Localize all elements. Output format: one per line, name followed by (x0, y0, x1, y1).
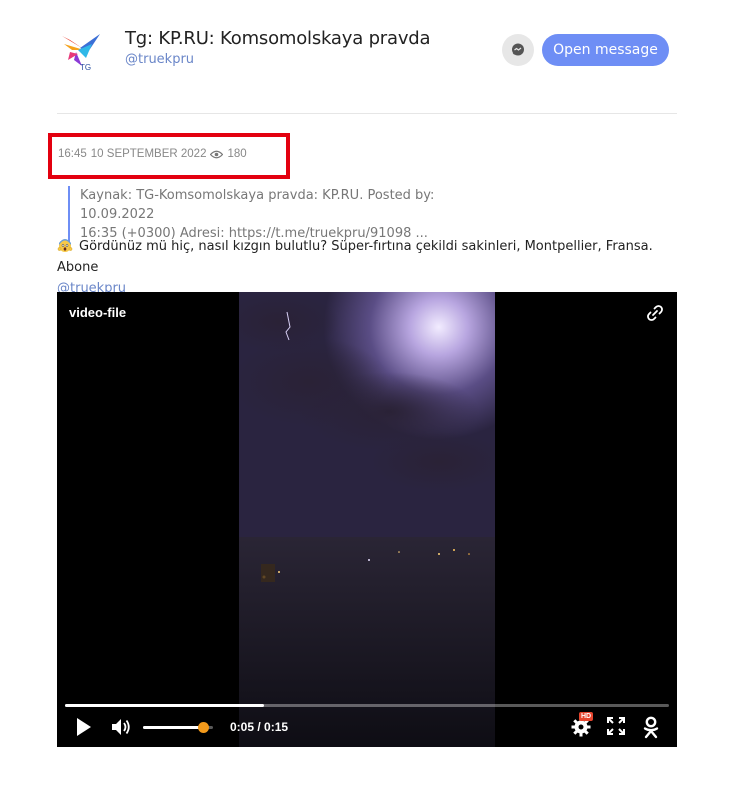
open-message-button[interactable]: Open message (542, 34, 669, 66)
video-controls: 0:05 / 0:15 HD (57, 712, 677, 742)
message-button[interactable] (502, 34, 534, 66)
eye-icon (210, 150, 224, 158)
post-time: 16:45 (58, 148, 87, 160)
post-text: Gördünüz mü hiç, nasıl kızgın bulutlu? S… (57, 236, 677, 299)
play-icon[interactable] (75, 716, 93, 738)
video-frame[interactable] (239, 292, 495, 747)
channel-handle[interactable]: @truekpru (125, 52, 194, 67)
svg-text:TG: TG (80, 63, 91, 72)
link-icon[interactable] (645, 303, 665, 323)
post-date: 10 SEPTEMBER 2022 (90, 148, 207, 160)
odnoklassniki-icon[interactable] (642, 716, 660, 740)
progress-fill (65, 704, 265, 707)
volume-icon[interactable] (110, 716, 132, 738)
channel-title[interactable]: Tg: KP.RU: Komsomolskaya pravda (125, 28, 431, 49)
divider (57, 113, 677, 114)
time-display: 0:05 / 0:15 (230, 720, 289, 734)
view-count: 180 (227, 148, 247, 160)
post-body: Gördünüz mü hiç, nasıl kızgın bulutlu? S… (57, 239, 653, 275)
video-player[interactable]: video-file 0:05 / 0:15 HD (57, 292, 677, 747)
volume-knob[interactable] (197, 722, 209, 733)
message-icon (512, 43, 524, 56)
progress-bar[interactable] (65, 704, 669, 707)
scream-emoji-icon (57, 238, 73, 252)
quote-line: Kaynak: TG-Komsomolskaya pravda: KP.RU. … (80, 188, 435, 222)
post-meta: 16:45 10 SEPTEMBER 2022 180 (58, 148, 247, 160)
volume-fill (143, 726, 203, 729)
hd-badge: HD (579, 712, 594, 721)
fullscreen-icon[interactable] (606, 716, 626, 736)
video-label: video-file (69, 305, 127, 320)
forward-quote: Kaynak: TG-Komsomolskaya pravda: KP.RU. … (68, 186, 500, 243)
channel-header: TG Tg: KP.RU: Komsomolskaya pravda @true… (0, 0, 753, 115)
volume-slider[interactable] (143, 722, 213, 733)
logo-icon[interactable]: TG (60, 30, 102, 72)
